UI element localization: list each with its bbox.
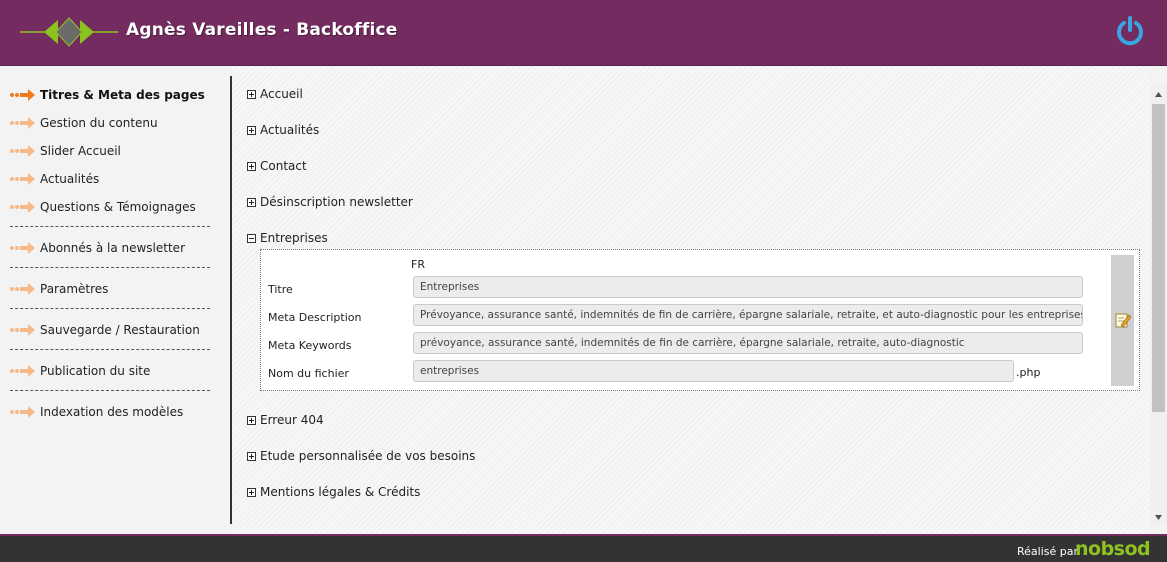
orange-arrow-icon [10,324,35,336]
sidebar-item-indexation-modeles[interactable]: Indexation des modèles [10,401,220,423]
expand-icon[interactable] [247,451,256,461]
language-label: FR [411,258,425,271]
expand-icon[interactable] [247,161,256,171]
orange-arrow-icon [10,117,35,129]
page-row-entreprises[interactable]: Entreprises [247,229,328,247]
sidebar-item-label: Abonnés à la newsletter [40,241,185,255]
sidebar-item-label: Questions & Témoignages [40,200,196,214]
sidebar-item-sauvegarde-restauration[interactable]: Sauvegarde / Restauration [10,319,220,341]
main-content: Accueil Actualités Contact Désinscriptio… [232,66,1150,534]
scroll-down-icon[interactable] [1150,509,1167,526]
meta-keywords-input[interactable]: prévoyance, assurance santé, indemnités … [413,332,1083,354]
expand-icon[interactable] [247,487,256,497]
page-row-label: Etude personnalisée de vos besoins [260,449,476,463]
orange-arrow-icon [10,201,35,213]
orange-arrow-icon [10,89,35,101]
page-detail-panel: FR Titre Entreprises Meta Description Pr… [260,249,1140,391]
filename-label: Nom du fichier [268,367,349,380]
page-row-label: Mentions légales & Crédits [260,485,421,499]
page-row-desinscription-newsletter[interactable]: Désinscription newsletter [247,193,413,211]
sidebar-item-publication-site[interactable]: Publication du site [10,360,220,382]
sidebar-separator [10,349,210,350]
page-row-etude-personnalisee[interactable]: Etude personnalisée de vos besoins [247,447,475,465]
expand-icon[interactable] [247,415,256,425]
scroll-up-icon[interactable] [1150,86,1167,103]
page-row-label: Erreur 404 [260,413,324,427]
sidebar-item-label: Actualités [40,172,100,186]
orange-arrow-icon [10,145,35,157]
nobsod-logo-link[interactable]: nobsod [1075,538,1151,560]
meta-description-label: Meta Description [268,311,362,324]
sidebar [0,66,231,534]
orange-arrow-icon [10,173,35,185]
sidebar-item-label: Publication du site [40,364,151,378]
page-row-label: Entreprises [260,231,328,245]
sidebar-item-gestion-contenu[interactable]: Gestion du contenu [10,112,220,134]
page-row-label: Accueil [260,87,303,101]
sidebar-item-label: Titres & Meta des pages [40,88,205,102]
sidebar-item-label: Slider Accueil [40,144,121,158]
header-bar: Agnès Vareilles - Backoffice [0,0,1167,66]
sidebar-item-questions-temoignages[interactable]: Questions & Témoignages [10,196,220,218]
app-title: Agnès Vareilles - Backoffice [126,20,398,40]
page-row-label: Actualités [260,123,320,137]
filename-extension: .php [1016,366,1041,379]
sidebar-item-label: Paramètres [40,282,109,296]
sidebar-separator [10,267,210,268]
sidebar-separator [10,308,210,309]
orange-arrow-icon [10,406,35,418]
sidebar-item-label: Gestion du contenu [40,116,158,130]
meta-description-input[interactable]: Prévoyance, assurance santé, indemnités … [413,304,1083,326]
expand-icon[interactable] [247,197,256,207]
page-row-actualites[interactable]: Actualités [247,121,319,139]
sidebar-item-abonnes-newsletter[interactable]: Abonnés à la newsletter [10,237,220,259]
orange-arrow-icon [10,283,35,295]
footer-bar: Réalisé par nobsod [0,534,1167,562]
sidebar-separator [10,226,210,227]
edit-icon[interactable] [1115,312,1131,328]
sidebar-separator [10,390,210,391]
scrollbar-thumb[interactable] [1152,104,1165,412]
sidebar-item-actualites[interactable]: Actualités [10,168,220,190]
sidebar-item-titres-meta[interactable]: Titres & Meta des pages [10,84,220,106]
meta-keywords-label: Meta Keywords [268,339,352,352]
page-row-accueil[interactable]: Accueil [247,85,303,103]
sidebar-item-slider-accueil[interactable]: Slider Accueil [10,140,220,162]
sidebar-item-parametres[interactable]: Paramètres [10,278,220,300]
expand-icon[interactable] [247,89,256,99]
vertical-scrollbar[interactable] [1150,86,1167,526]
orange-arrow-icon [10,242,35,254]
sidebar-item-label: Sauvegarde / Restauration [40,323,200,337]
page-row-label: Désinscription newsletter [260,195,413,209]
page-row-erreur-404[interactable]: Erreur 404 [247,411,324,429]
sidebar-item-label: Indexation des modèles [40,405,184,419]
logo-icon [20,17,118,47]
filename-input[interactable]: entreprises [413,360,1014,382]
footer-credit: Réalisé par [1017,545,1079,558]
page-row-contact[interactable]: Contact [247,157,307,175]
titre-input[interactable]: Entreprises [413,276,1083,298]
collapse-icon[interactable] [247,233,256,243]
page-row-label: Contact [260,159,307,173]
power-icon[interactable] [1115,15,1145,47]
orange-arrow-icon [10,365,35,377]
page-row-mentions-legales[interactable]: Mentions légales & Crédits [247,483,420,501]
titre-label: Titre [268,283,293,296]
expand-icon[interactable] [247,125,256,135]
